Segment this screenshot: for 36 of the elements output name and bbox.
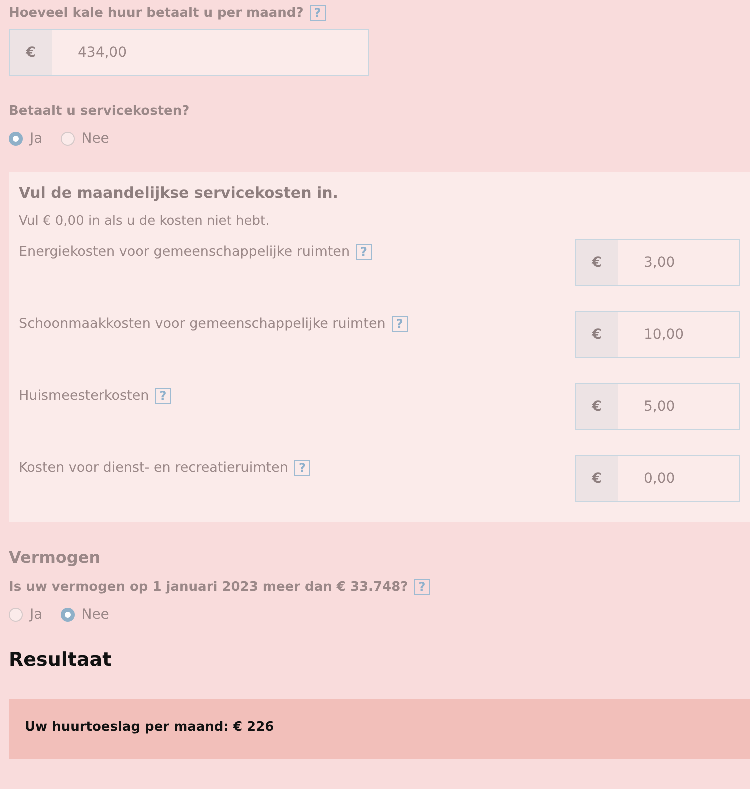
radio-label: Nee [82, 131, 110, 147]
radio-button[interactable] [60, 608, 75, 622]
radio-label: Nee [82, 607, 110, 623]
cost-label: Huismeesterkosten [19, 388, 150, 404]
radio-button[interactable] [9, 608, 23, 622]
amount-field[interactable]: € 3,00 [575, 239, 740, 286]
amount-field[interactable]: € 0,00 [575, 455, 740, 502]
help-button[interactable]: ? [392, 316, 408, 332]
cost-label: Kosten voor dienst- en recreatieruimten [19, 460, 288, 476]
currency-prefix: € [576, 456, 618, 501]
question-label: Betaalt u servicekosten? [9, 104, 190, 119]
help-button[interactable]: ? [310, 5, 326, 21]
cost-label: Energiekosten voor gemeenschappelijke ruimten [19, 244, 350, 260]
panel-title: Vul de maandelijkse servicekosten in. [19, 184, 340, 202]
radio-label: Ja [30, 607, 43, 623]
currency-prefix: € [10, 30, 52, 75]
radio-label: Ja [30, 131, 43, 147]
help-button[interactable]: ? [294, 460, 310, 476]
amount-field[interactable]: € 5,00 [575, 383, 740, 430]
radio-button[interactable] [9, 132, 23, 146]
amount-field[interactable]: € 10,00 [575, 311, 740, 358]
help-button[interactable]: ? [356, 244, 372, 260]
currency-prefix: € [576, 312, 618, 357]
question-label: Is uw vermogen op 1 januari 2023 meer dan € 33.748? [9, 580, 408, 594]
amount-field[interactable]: € 434,00 [9, 29, 369, 76]
section-heading: Vermogen [9, 548, 102, 567]
radio-button[interactable] [60, 132, 75, 146]
panel-hint: Vul € 0,00 in als u de kosten niet hebt. [19, 214, 271, 229]
help-button[interactable]: ? [414, 579, 430, 595]
cost-label: Schoonmaakkosten voor gemeenschappelijke ruimten [19, 316, 386, 332]
result-text: Uw huurtoeslag per maand: € 226 [25, 720, 274, 735]
currency-prefix: € [576, 240, 618, 285]
result-heading: Resultaat [9, 649, 113, 671]
help-button[interactable]: ? [155, 388, 172, 404]
question-label: Hoeveel kale huur betaalt u per maand? [9, 6, 304, 20]
currency-prefix: € [576, 384, 618, 429]
